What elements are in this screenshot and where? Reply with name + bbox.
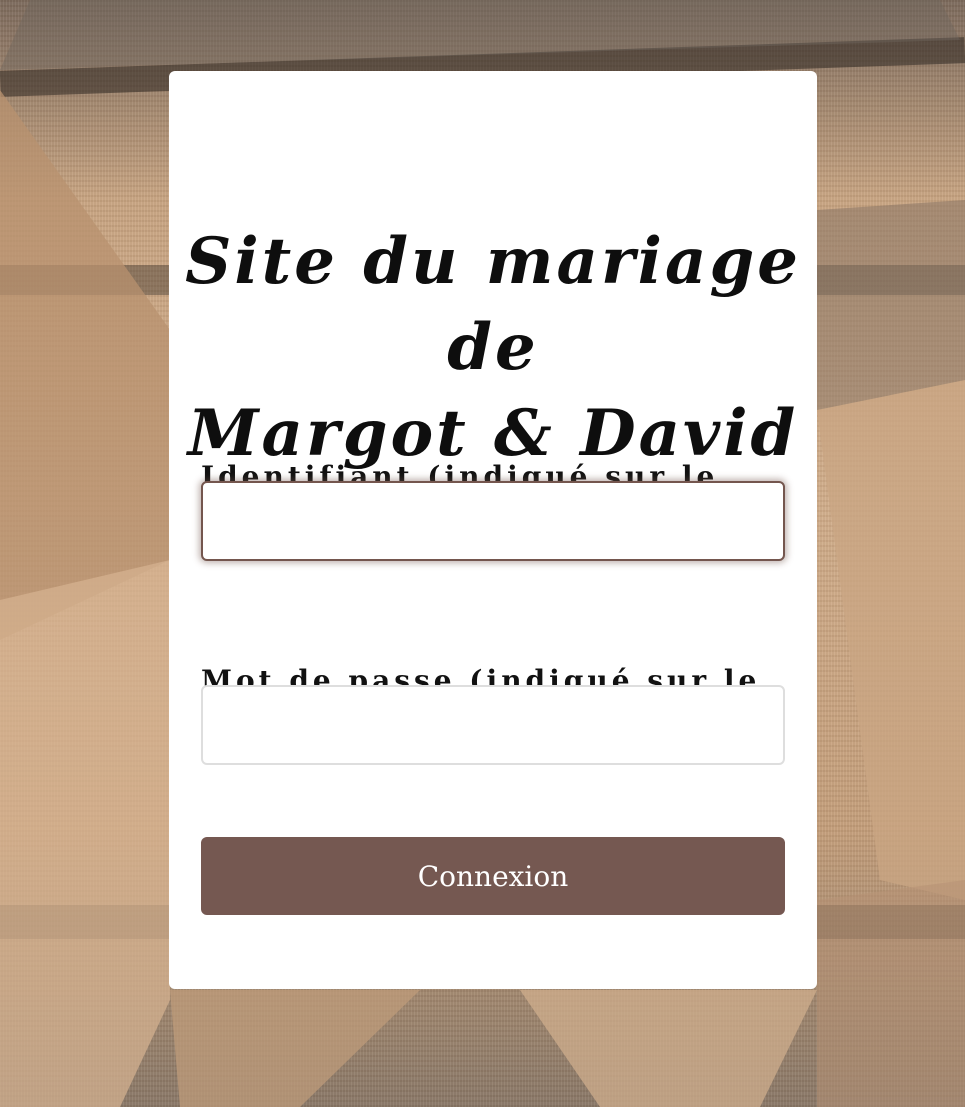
page-title: Site du mariage de Margot & David [169,219,817,477]
password-input[interactable] [201,685,785,765]
identifier-input[interactable] [201,481,785,561]
page-title-line-1: Site du mariage de [185,224,801,385]
login-button[interactable]: Connexion [201,837,785,915]
login-card: Site du mariage de Margot & David Identi… [169,71,817,989]
